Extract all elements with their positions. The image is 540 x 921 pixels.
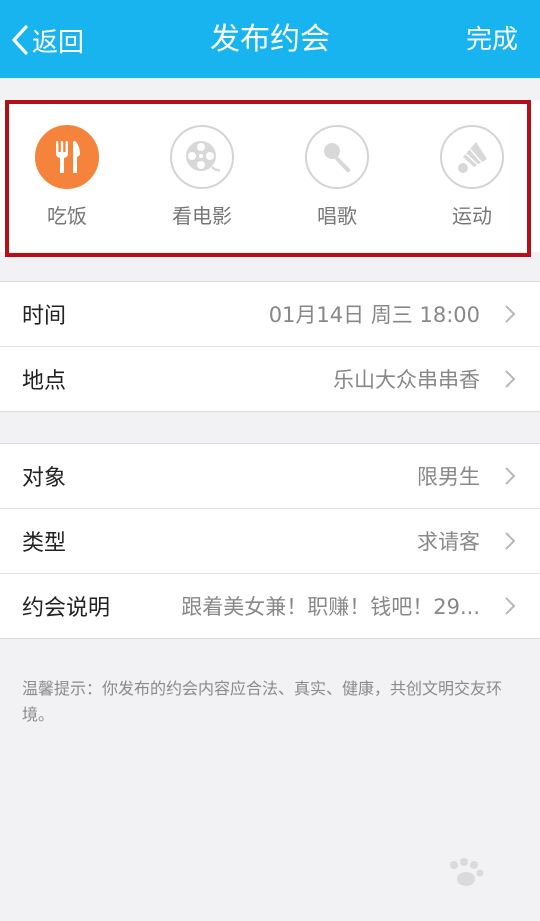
details-group: 对象 限男生 类型 求请客 约会说明 跟着美女兼！职赚！钱吧！29... [0,443,540,639]
place-value: 乐山大众串串香 [333,368,480,392]
category-movie[interactable]: 看电影 [135,125,269,229]
film-reel-icon [186,141,221,172]
microphone-icon [324,143,351,173]
type-label: 类型 [22,531,67,556]
chevron-right-icon [505,532,516,550]
fork-knife-icon [56,141,80,173]
chevron-right-icon [505,597,516,615]
place-label: 地点 [22,369,67,394]
category-sing-circle [305,125,369,189]
baidu-paw-watermark [450,858,484,886]
time-row[interactable]: 时间 01月14日 周三 18:00 [0,282,540,347]
category-sport-label: 运动 [452,204,492,228]
tip-text: 温馨提示：你发布的约会内容应合法、真实、健康，共创文明交友环境。 [22,679,503,724]
done-button[interactable]: 完成 [466,18,518,62]
page-title: 发布约会 [210,22,330,57]
category-sport-circle [440,125,504,189]
shuttlecock-icon [458,142,487,173]
category-sport[interactable]: 运动 [405,125,539,229]
description-row[interactable]: 约会说明 跟着美女兼！职赚！钱吧！29... [0,574,540,638]
title-bar: 返回 发布约会 完成 [0,0,540,78]
description-label: 约会说明 [22,596,111,621]
time-value: 01月14日 周三 18:00 [268,303,480,327]
target-value: 限男生 [417,465,480,489]
chevron-right-icon [505,305,516,323]
place-row[interactable]: 地点 乐山大众串串香 [0,347,540,411]
chevron-right-icon [505,370,516,388]
category-eat-circle [35,125,99,189]
category-sing-label: 唱歌 [317,204,357,228]
time-label: 时间 [22,304,67,329]
type-value: 求请客 [417,530,480,554]
description-value: 跟着美女兼！职赚！钱吧！29... [181,595,480,619]
category-eat-label: 吃饭 [47,204,87,228]
category-movie-circle [170,125,234,189]
type-row[interactable]: 类型 求请客 [0,509,540,574]
category-sing[interactable]: 唱歌 [270,125,404,229]
chevron-right-icon [505,467,516,485]
category-movie-label: 看电影 [172,204,232,228]
category-eat[interactable]: 吃饭 [0,125,134,229]
time-place-group: 时间 01月14日 周三 18:00 地点 乐山大众串串香 [0,281,540,412]
target-row[interactable]: 对象 限男生 [0,444,540,509]
target-label: 对象 [22,466,67,491]
